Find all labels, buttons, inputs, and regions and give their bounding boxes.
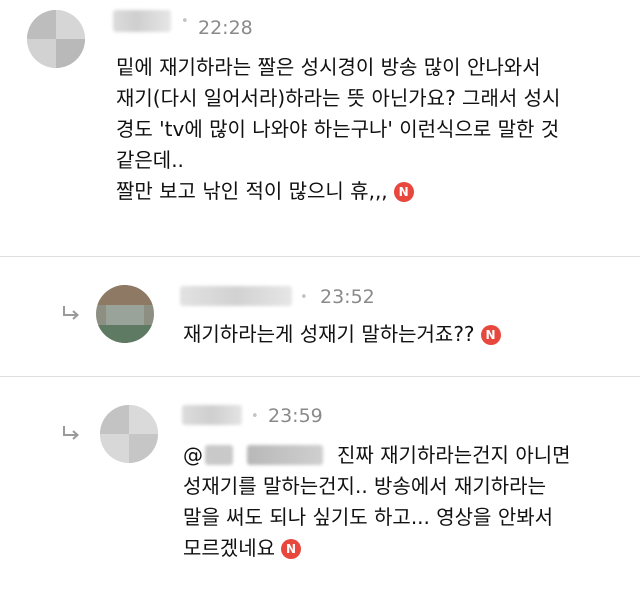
separator-dot: • bbox=[300, 290, 308, 305]
comment-line: 말을 써도 되나 싶기도 하고... 영상을 안봐서 bbox=[183, 505, 554, 529]
username-redacted[interactable] bbox=[113, 10, 171, 32]
comment-text: 재기하라는게 성재기 말하는거죠?? N bbox=[183, 319, 501, 350]
avatar[interactable] bbox=[27, 10, 85, 68]
comment-text: 밑에 재기하라는 짤은 성시경이 방송 많이 안나와서 재기(다시 일어서라)하… bbox=[116, 52, 560, 207]
mention[interactable]: @ bbox=[183, 443, 323, 467]
comment-text: @ 진짜 재기하라는건지 아니면 성재기를 말하는건지.. 방송에서 재기하라는 … bbox=[183, 440, 571, 564]
avatar[interactable] bbox=[96, 285, 154, 343]
new-badge-icon: N bbox=[281, 539, 301, 559]
reply-item: • 23:59 @ 진짜 재기하라는건지 아니면 성재기를 말하는건지.. 방송에… bbox=[0, 377, 640, 590]
reply-item: • 23:52 재기하라는게 성재기 말하는거죠?? N bbox=[0, 257, 640, 375]
comment-line: 짤만 보고 낚인 적이 많으니 휴,,, N bbox=[116, 176, 560, 207]
mention-redacted bbox=[205, 445, 233, 465]
reply-arrow-icon bbox=[63, 426, 80, 440]
comment-item: • 22:28 밑에 재기하라는 짤은 성시경이 방송 많이 안나와서 재기(다… bbox=[0, 0, 640, 255]
reply-arrow-icon bbox=[63, 306, 80, 320]
comment-line: 재기(다시 일어서라)하라는 뜻 아닌가요? 그래서 성시 bbox=[116, 86, 561, 110]
comment-timestamp: 23:52 bbox=[320, 286, 375, 308]
username-redacted[interactable] bbox=[182, 405, 242, 425]
comment-timestamp: 22:28 bbox=[198, 17, 253, 39]
separator-dot: • bbox=[181, 14, 189, 29]
new-badge-icon: N bbox=[480, 325, 501, 345]
username-redacted[interactable] bbox=[180, 286, 292, 306]
separator-dot: • bbox=[251, 409, 259, 424]
comment-line: @ 진짜 재기하라는건지 아니면 bbox=[183, 443, 571, 467]
avatar[interactable] bbox=[100, 405, 158, 463]
mention-redacted bbox=[247, 445, 323, 465]
comment-line: 재기하라는게 성재기 말하는거죠?? N bbox=[183, 319, 501, 350]
comment-line: 성재기를 말하는건지.. 방송에서 재기하라는 bbox=[183, 474, 546, 498]
comment-timestamp: 23:59 bbox=[268, 405, 323, 427]
new-badge-icon: N bbox=[393, 182, 414, 202]
comment-line: 모르겠네요 N bbox=[183, 533, 571, 564]
comment-line: 같은데.. bbox=[116, 148, 184, 172]
comment-line: 밑에 재기하라는 짤은 성시경이 방송 많이 안나와서 bbox=[116, 55, 541, 79]
comment-line: 경도 'tv에 많이 나와야 하는구나' 이런식으로 말한 것 bbox=[116, 117, 560, 141]
